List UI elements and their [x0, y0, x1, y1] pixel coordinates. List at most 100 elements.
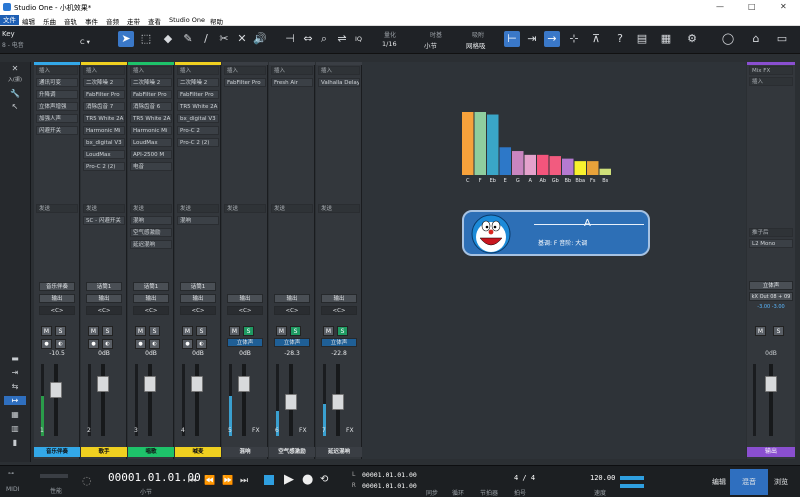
fit-icon[interactable]: ⊼: [588, 31, 604, 47]
insert-slot[interactable]: 插入: [224, 66, 266, 75]
send-slot[interactable]: 延迟混响: [130, 240, 172, 249]
monitor-icon[interactable]: ◐: [149, 339, 160, 349]
menu-file[interactable]: 文件: [0, 15, 19, 25]
input-label[interactable]: 入(振): [4, 76, 26, 85]
insert-slot[interactable]: Harmonic Mi: [130, 126, 172, 135]
snap-value[interactable]: 网格吸: [466, 40, 486, 50]
timestretch-icon[interactable]: ⇔: [300, 31, 316, 47]
send-slot[interactable]: 发送: [271, 204, 313, 213]
menu-view[interactable]: 查看: [148, 16, 161, 26]
arrange-icon[interactable]: ⇌: [334, 31, 350, 47]
pan-knob[interactable]: <C>: [133, 306, 169, 315]
mute-button[interactable]: M: [88, 326, 99, 336]
mixfx-insert[interactable]: 插入: [749, 77, 793, 86]
minimize-button[interactable]: —: [716, 2, 724, 11]
input-select[interactable]: 话筒1: [180, 282, 216, 291]
insert-slot[interactable]: 消除齿音 7: [83, 102, 125, 111]
insert-slot[interactable]: 插入: [130, 66, 172, 75]
output-select[interactable]: 输出: [86, 294, 122, 303]
mute-button[interactable]: M: [135, 326, 146, 336]
output-select[interactable]: 输出: [39, 294, 75, 303]
insert-slot[interactable]: 通讯可变: [36, 78, 78, 87]
stereo-toggle[interactable]: 立体声: [227, 338, 263, 347]
record-arm-icon[interactable]: ●: [135, 339, 146, 349]
input-select[interactable]: 话筒1: [133, 282, 169, 291]
insert-slot[interactable]: 二次降噪 2: [83, 78, 125, 87]
marker-icon[interactable]: ⊹: [566, 31, 582, 47]
mute-button[interactable]: M: [323, 326, 334, 336]
stereo-toggle[interactable]: 立体声: [321, 338, 357, 347]
home-icon[interactable]: ⌂: [748, 31, 764, 47]
output-select[interactable]: 输出: [180, 294, 216, 303]
stereo-toggle[interactable]: 立体声: [274, 338, 310, 347]
mixfx-post[interactable]: 推子后: [749, 228, 793, 237]
insert-slot[interactable]: bx_digital V3: [177, 114, 219, 123]
insert-slot[interactable]: 升降调: [36, 90, 78, 99]
pan-knob[interactable]: <C>: [39, 306, 75, 315]
insert-slot[interactable]: FabFilter Pro: [224, 78, 266, 87]
video-icon[interactable]: ▤: [634, 31, 650, 47]
signature-value[interactable]: 4 / 4: [514, 474, 535, 482]
insert-slot[interactable]: 闪避开关: [36, 126, 78, 135]
grid-icon[interactable]: ▦: [658, 31, 674, 47]
mixfx-solo[interactable]: S: [773, 326, 784, 336]
mixer-nav-7-icon[interactable]: ▮: [4, 438, 26, 447]
doc-icon[interactable]: ▭: [774, 31, 790, 47]
insert-slot[interactable]: API-2500 M: [130, 150, 172, 159]
send-slot[interactable]: 发送: [224, 204, 266, 213]
input-select[interactable]: 话筒1: [86, 282, 122, 291]
solo-button[interactable]: S: [337, 326, 348, 336]
play-icon[interactable]: ▶: [284, 472, 294, 487]
send-slot[interactable]: 空气感激励: [130, 228, 172, 237]
solo-button[interactable]: S: [196, 326, 207, 336]
range-tool-icon[interactable]: ⬚: [138, 31, 154, 47]
channel-fader[interactable]: [50, 382, 62, 398]
mixer-nav-6-icon[interactable]: ▥: [4, 424, 26, 433]
autoscroll-icon[interactable]: ⇥: [524, 31, 540, 47]
quantize-value[interactable]: 1/16: [382, 40, 397, 48]
send-slot[interactable]: 发送: [318, 204, 360, 213]
iq-button[interactable]: IQ: [355, 35, 362, 43]
pan-knob[interactable]: <C>: [86, 306, 122, 315]
menu-edit[interactable]: 编辑: [22, 16, 35, 26]
menu-song[interactable]: 乐曲: [43, 16, 56, 26]
channel-fader[interactable]: [97, 376, 109, 392]
menu-help[interactable]: 帮助: [210, 16, 223, 26]
insert-slot[interactable]: 插入: [318, 66, 360, 75]
insert-slot[interactable]: 电音: [130, 162, 172, 171]
solo-button[interactable]: S: [102, 326, 113, 336]
r-value[interactable]: 00001.01.01.00: [362, 482, 417, 490]
channel-fader[interactable]: [285, 394, 297, 410]
insert-slot[interactable]: 二次降噪 2: [177, 78, 219, 87]
arrow-tool-icon[interactable]: ➤: [118, 31, 134, 47]
tab-browse[interactable]: 浏览: [762, 469, 800, 495]
mute-button[interactable]: M: [229, 326, 240, 336]
output-select[interactable]: 输出: [227, 294, 263, 303]
insert-slot[interactable]: FabFilter Pro: [83, 90, 125, 99]
follow-icon[interactable]: →: [544, 31, 560, 47]
input-select[interactable]: 音乐伴奏: [39, 282, 75, 291]
rewind-icon[interactable]: ⏪: [204, 476, 215, 486]
send-slot[interactable]: 发送: [83, 204, 125, 213]
user-icon[interactable]: ◯: [720, 31, 736, 47]
arrow-icon[interactable]: ↖: [4, 102, 26, 111]
mixfx-out[interactable]: kX Out 08 + 09: [749, 292, 793, 301]
record-arm-icon[interactable]: ●: [41, 339, 52, 349]
menu-audio[interactable]: 音频: [106, 16, 119, 26]
channel-fader[interactable]: [332, 394, 344, 410]
mute-button[interactable]: M: [276, 326, 287, 336]
end-icon[interactable]: ⏭: [240, 476, 248, 486]
insert-slot[interactable]: Pro-C 2: [177, 126, 219, 135]
mute-button[interactable]: M: [182, 326, 193, 336]
insert-slot[interactable]: Fresh Air: [271, 78, 313, 87]
insert-slot[interactable]: 二次降噪 2: [130, 78, 172, 87]
output-select[interactable]: 输出: [133, 294, 169, 303]
record-arm-icon[interactable]: ●: [182, 339, 193, 349]
solo-button[interactable]: S: [290, 326, 301, 336]
insert-slot[interactable]: 立体声增强: [36, 102, 78, 111]
channel-fader[interactable]: [144, 376, 156, 392]
insert-slot[interactable]: bx_digital V3: [83, 138, 125, 147]
insert-slot[interactable]: Harmonic Mi: [83, 126, 125, 135]
send-slot[interactable]: 混响: [130, 216, 172, 225]
pencil-icon[interactable]: /: [198, 31, 214, 47]
